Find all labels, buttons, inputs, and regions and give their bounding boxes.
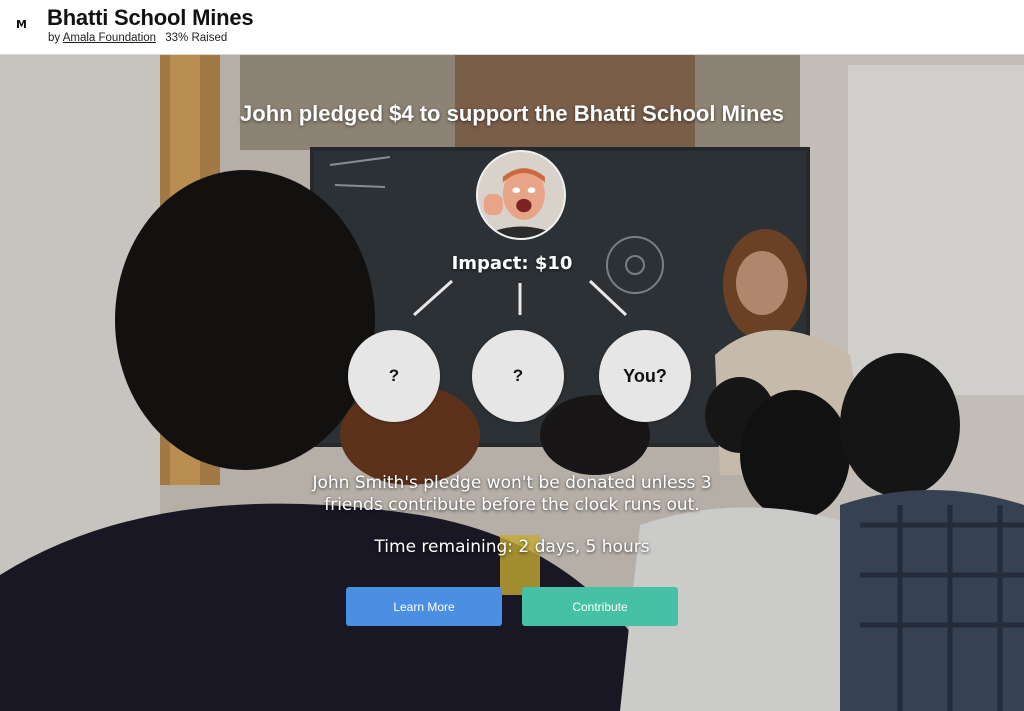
pledge-headline: John pledged $4 to support the Bhatti Sc…	[240, 101, 784, 126]
impact-amount: Impact: $10	[451, 253, 573, 274]
pledge-condition-message: John Smith's pledge won't be donated unl…	[0, 472, 1024, 516]
learn-more-button[interactable]: Learn More	[346, 587, 502, 626]
friend-slot-you[interactable]: You?	[599, 330, 691, 422]
raised-status: 33% Raised	[165, 32, 228, 44]
message-line-2: friends contribute before the clock runs…	[324, 495, 700, 515]
campaign-byline: by Amala Foundation 33% Raised	[48, 32, 227, 44]
pledger-avatar	[476, 150, 566, 240]
brand-logo[interactable]: M	[16, 18, 27, 31]
organization-link[interactable]: Amala Foundation	[63, 32, 156, 44]
byline-prefix: by	[48, 32, 61, 44]
hero-section: John pledged $4 to support the Bhatti Sc…	[0, 55, 1024, 711]
campaign-title: Bhatti School Mines	[47, 5, 254, 30]
site-header: M Bhatti School Mines by Amala Foundatio…	[0, 0, 1024, 55]
friend-slot-1: ?	[348, 330, 440, 422]
pledger-photo	[478, 152, 564, 238]
friend-slot-2: ?	[472, 330, 564, 422]
message-line-1: John Smith's pledge won't be donated unl…	[312, 473, 712, 493]
contribute-button[interactable]: Contribute	[522, 587, 678, 626]
time-remaining: Time remaining: 2 days, 5 hours	[374, 537, 650, 557]
